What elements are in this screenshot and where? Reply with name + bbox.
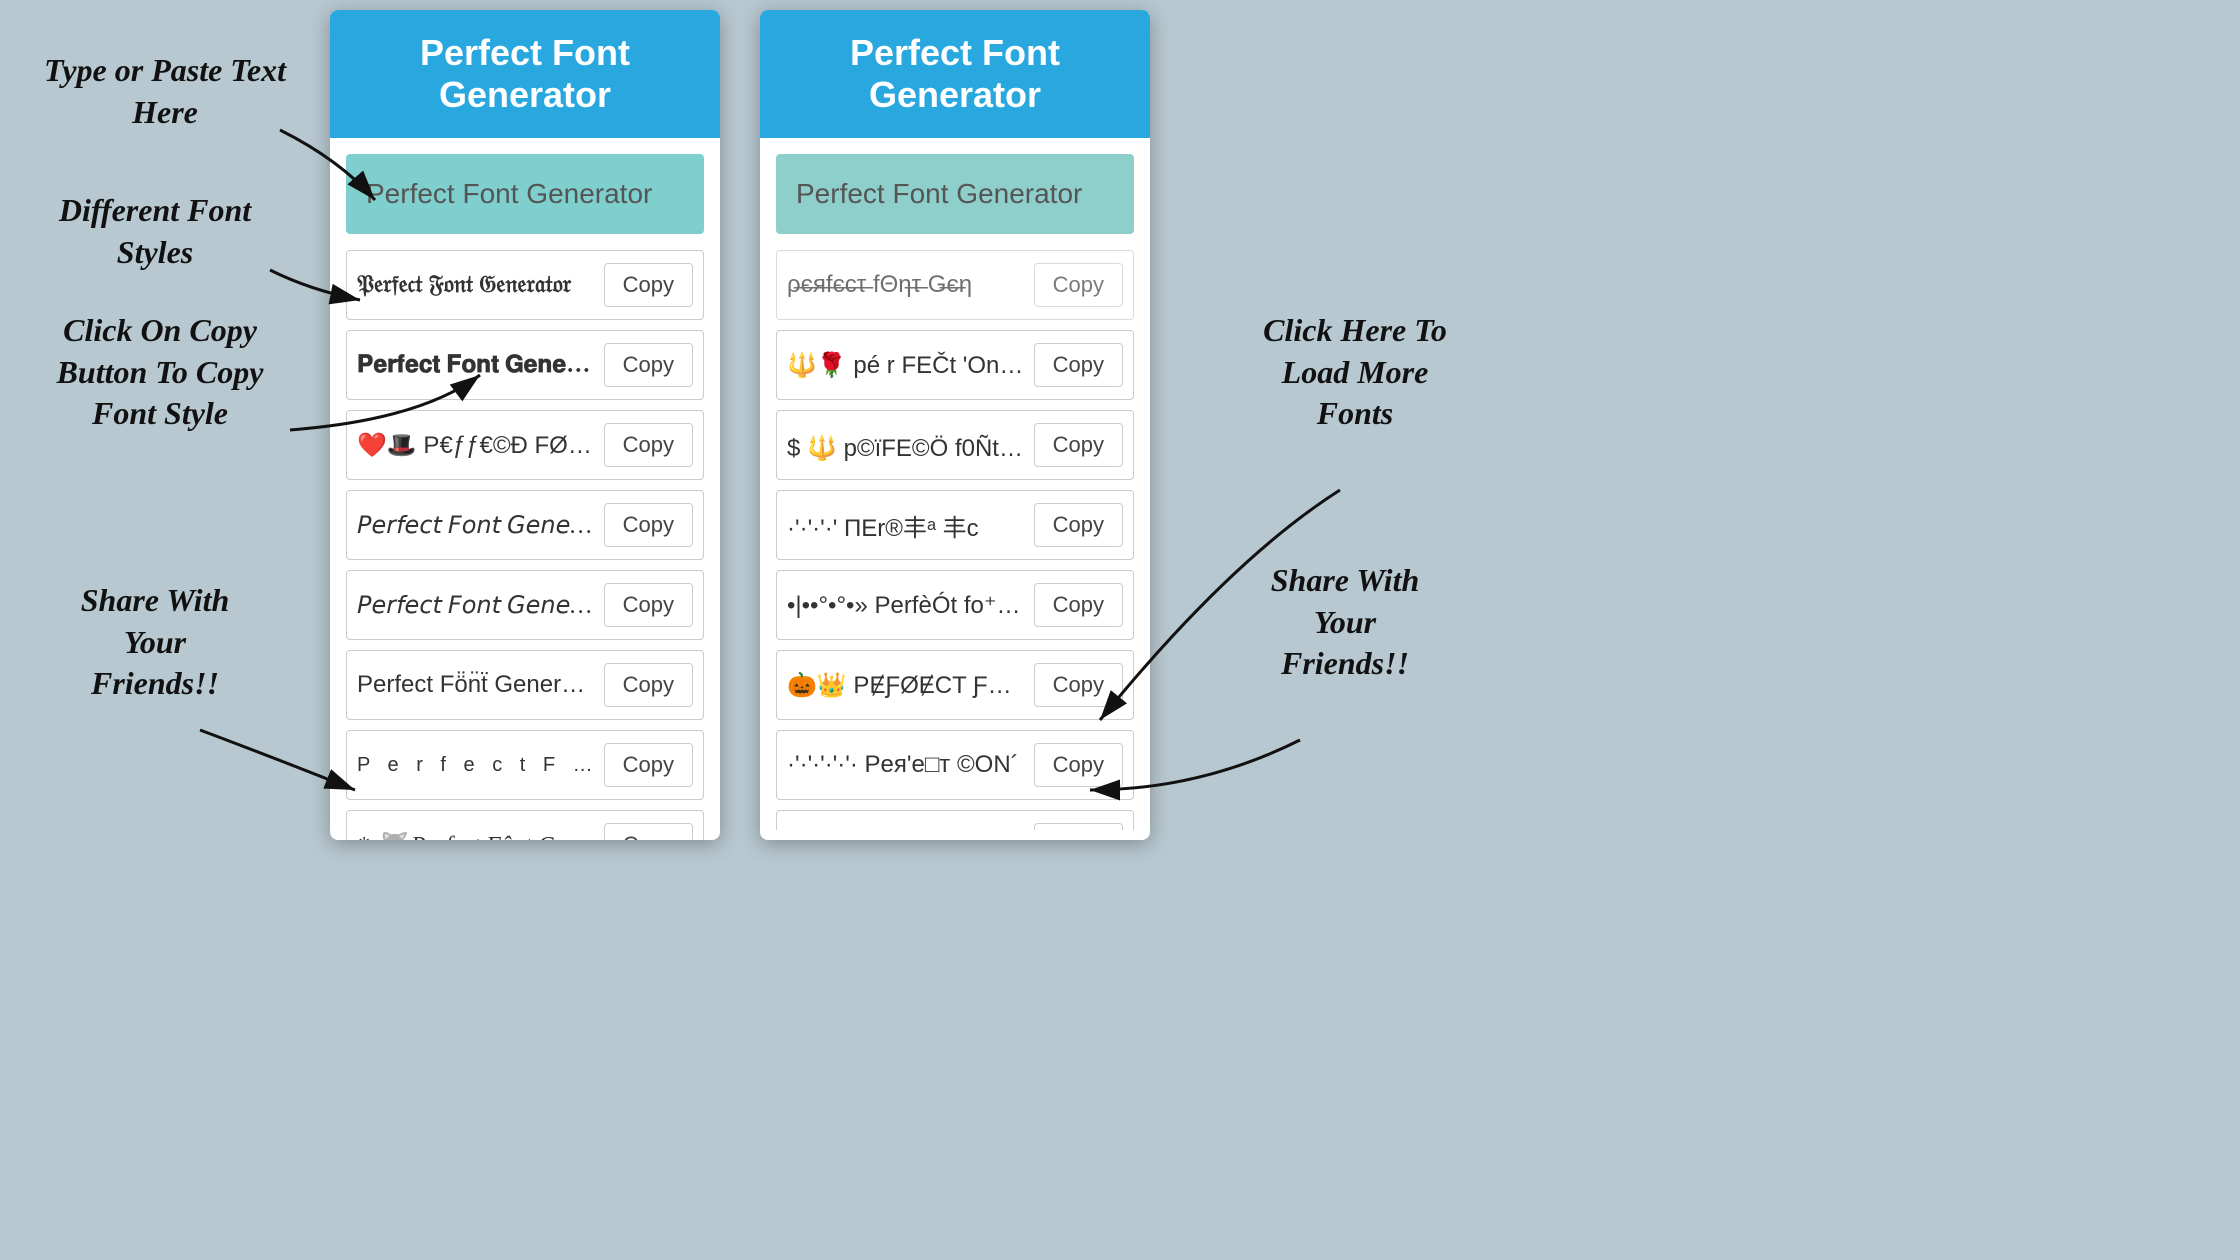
right-copy-btn-0[interactable]: Copy	[1034, 263, 1123, 307]
right-font-text-2: $ 🔱 p©ïFE©Ö f0Ñt ¿尽|	[787, 428, 1026, 463]
right-font-text-1: 🔱🌹 pé r FEČt 'Ont gEN	[787, 351, 1026, 380]
left-header: Perfect Font Generator	[330, 10, 720, 138]
font-text-4: 𝘗𝘦𝘳𝘧𝘦𝘤𝘵 𝘍𝘰𝘯𝘵 𝘎𝘦𝘯𝘦𝘳𝘢𝘵	[357, 511, 596, 540]
annotation-load-more: Click Here ToLoad MoreFonts	[1210, 310, 1500, 435]
font-row-4: 𝘗𝘦𝘳𝘧𝘦𝘤𝘵 𝘍𝘰𝘯𝘵 𝘎𝘦𝘯𝘦𝘳𝘢𝘵 Copy	[346, 490, 704, 560]
right-font-row-2: $ 🔱 p©ïFE©Ö f0Ñt ¿尽| Copy	[776, 410, 1134, 480]
annotation-copy: Click On CopyButton To CopyFont Style	[10, 310, 310, 435]
font-row-7: P e r f e c t F o n t Copy	[346, 730, 704, 800]
right-copy-btn-4[interactable]: Copy	[1034, 583, 1123, 627]
right-font-row-5: 🎃👑 PɆƑØɆCT ƑÕÑT g Copy	[776, 650, 1134, 720]
annotation-share-right: Share WithYourFriends!!	[1210, 560, 1480, 685]
font-text-3: ❤️🎩 P€ƒƒ€©Ð FØnÔ gẼ	[357, 431, 596, 460]
left-font-list: 𝔓𝔢𝔯𝔣𝔢𝔠𝔱 𝔉𝔬𝔫𝔱 𝔊𝔢𝔫𝔢𝔯𝔞𝔱𝔬𝔯 Copy 𝐏𝐞𝐫𝐟𝐞𝐜𝐭 𝐅𝐨𝐧𝐭…	[330, 250, 720, 840]
text-input-right[interactable]	[776, 154, 1134, 234]
right-font-text-6: ·'·'·'·'·'· Pея'e□т ©ON´	[787, 751, 1026, 779]
copy-btn-2[interactable]: Copy	[604, 343, 693, 387]
font-row-5: 𝘗𝘦𝘳𝘧𝘦𝘤𝘵 𝘍𝘰𝘯𝘵 𝘎𝘦𝘯𝘦𝘳𝘢𝘵𝘰 Copy	[346, 570, 704, 640]
copy-btn-5[interactable]: Copy	[604, 583, 693, 627]
right-font-text-3: ·'·'·'·' ΠΕr®丰ᵃ 丰c	[787, 508, 1026, 543]
left-title: Perfect Font Generator	[420, 32, 630, 115]
copy-btn-6[interactable]: Copy	[604, 663, 693, 707]
right-copy-btn-7[interactable]: Copy	[1034, 823, 1123, 830]
right-copy-btn-6[interactable]: Copy	[1034, 743, 1123, 787]
text-input[interactable]	[346, 154, 704, 234]
right-font-row-4: •|••°•°•» PerfèÓt fo⁺ ge© Copy	[776, 570, 1134, 640]
font-text-8: * 🐺 Perfect Fônt Ger	[357, 831, 596, 841]
right-font-row-0: ρ̶є̶я̶f̶є̶c̶τ̶ fΘη̶τ̶ G̶є̶η Copy	[776, 250, 1134, 320]
right-header: Perfect Font Generator	[760, 10, 1150, 138]
left-phone: Perfect Font Generator 𝔓𝔢𝔯𝔣𝔢𝔠𝔱 𝔉𝔬𝔫𝔱 𝔊𝔢𝔫𝔢…	[330, 10, 720, 840]
right-font-text-4: •|••°•°•» PerfèÓt fo⁺ ge©	[787, 591, 1026, 620]
copy-btn-8[interactable]: Copy	[604, 823, 693, 840]
right-copy-btn-2[interactable]: Copy	[1034, 423, 1123, 467]
annotation-font-styles: Different FontStyles	[20, 190, 290, 273]
font-row-8: * 🐺 Perfect Fônt Ger Copy	[346, 810, 704, 840]
right-font-row-7: ▌▌█▌▌▌▌ 🎀 Perfec Copy	[776, 810, 1134, 830]
right-copy-btn-5[interactable]: Copy	[1034, 663, 1123, 707]
annotation-share-left: Share WithYourFriends!!	[30, 580, 280, 705]
right-font-text-5: 🎃👑 PɆƑØɆCT ƑÕÑT g	[787, 671, 1026, 700]
right-font-row-6: ·'·'·'·'·'· Pея'e□т ©ON´ Copy	[776, 730, 1134, 800]
font-text-1: 𝔓𝔢𝔯𝔣𝔢𝔠𝔱 𝔉𝔬𝔫𝔱 𝔊𝔢𝔫𝔢𝔯𝔞𝔱𝔬𝔯	[357, 272, 596, 299]
right-font-text-0: ρ̶є̶я̶f̶є̶c̶τ̶ fΘη̶τ̶ G̶є̶η	[787, 271, 1026, 299]
font-row-2: 𝐏𝐞𝐫𝐟𝐞𝐜𝐭 𝐅𝐨𝐧𝐭 𝐆𝐞𝐧𝐞𝐫𝐚𝐭𝐨𝐫 Copy	[346, 330, 704, 400]
right-font-row-3: ·'·'·'·' ΠΕr®丰ᵃ 丰c Copy	[776, 490, 1134, 560]
font-text-5: 𝘗𝘦𝘳𝘧𝘦𝘤𝘵 𝘍𝘰𝘯𝘵 𝘎𝘦𝘯𝘦𝘳𝘢𝘵𝘰	[357, 591, 596, 620]
copy-btn-4[interactable]: Copy	[604, 503, 693, 547]
right-font-row-1: 🔱🌹 pé r FEČt 'Ont gEN Copy	[776, 330, 1134, 400]
right-copy-btn-3[interactable]: Copy	[1034, 503, 1123, 547]
font-text-6: Perfect Fö̈n̈ẗ Generator	[357, 671, 596, 699]
right-font-list: ρ̶є̶я̶f̶є̶c̶τ̶ fΘη̶τ̶ G̶є̶η Copy 🔱🌹 pé r…	[760, 250, 1150, 830]
right-copy-btn-1[interactable]: Copy	[1034, 343, 1123, 387]
right-phone: Perfect Font Generator ρ̶є̶я̶f̶є̶c̶τ̶ fΘ…	[760, 10, 1150, 840]
copy-btn-7[interactable]: Copy	[604, 743, 693, 787]
font-row-3: ❤️🎩 P€ƒƒ€©Ð FØnÔ gẼ Copy	[346, 410, 704, 480]
font-text-2: 𝐏𝐞𝐫𝐟𝐞𝐜𝐭 𝐅𝐨𝐧𝐭 𝐆𝐞𝐧𝐞𝐫𝐚𝐭𝐨𝐫	[357, 352, 596, 379]
copy-btn-1[interactable]: Copy	[604, 263, 693, 307]
right-title: Perfect Font Generator	[850, 32, 1060, 115]
font-row-1: 𝔓𝔢𝔯𝔣𝔢𝔠𝔱 𝔉𝔬𝔫𝔱 𝔊𝔢𝔫𝔢𝔯𝔞𝔱𝔬𝔯 Copy	[346, 250, 704, 320]
font-row-6: Perfect Fö̈n̈ẗ Generator Copy	[346, 650, 704, 720]
font-text-7: P e r f e c t F o n t	[357, 754, 596, 777]
copy-btn-3[interactable]: Copy	[604, 423, 693, 467]
annotation-type-paste: Type or Paste TextHere	[30, 50, 300, 133]
